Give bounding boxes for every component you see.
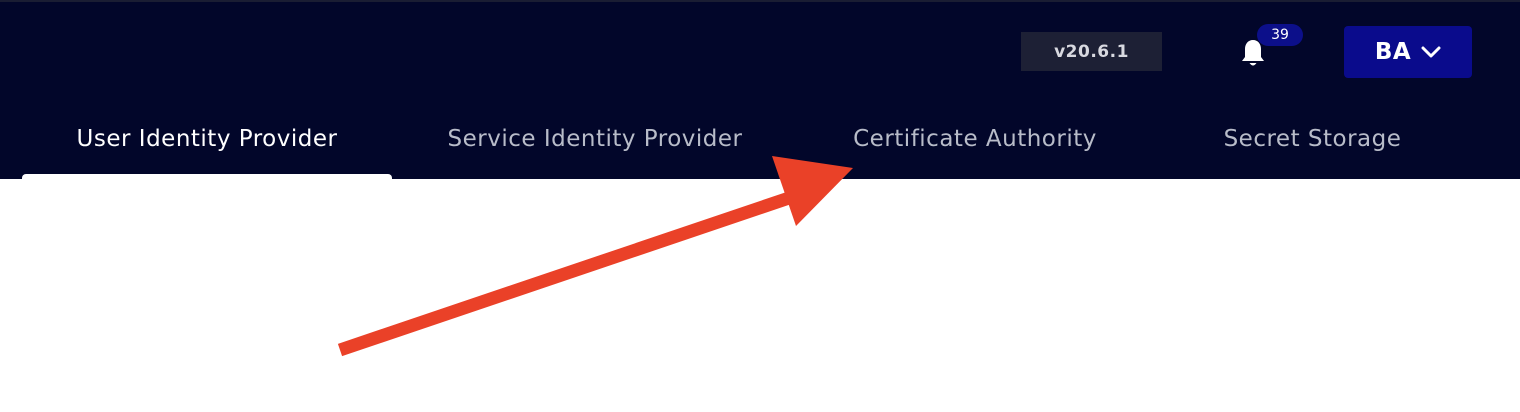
user-initials: BA [1374, 39, 1412, 65]
provider-tabs: User Identity Provider Service Identity … [0, 102, 1520, 181]
notification-count-badge: 39 [1257, 24, 1303, 46]
user-menu-button[interactable]: BA [1344, 26, 1472, 78]
tab-certificate-authority[interactable]: Certificate Authority [820, 102, 1130, 181]
tab-label: User Identity Provider [76, 126, 338, 152]
tab-label: Certificate Authority [853, 126, 1097, 152]
tab-service-identity-provider[interactable]: Service Identity Provider [420, 102, 770, 181]
tab-label: Secret Storage [1223, 126, 1402, 152]
tab-user-identity-provider[interactable]: User Identity Provider [22, 102, 392, 181]
tab-label: Service Identity Provider [447, 126, 743, 152]
active-tab-indicator [22, 174, 392, 181]
version-label: v20.6.1 [1021, 32, 1162, 71]
top-header: v20.6.1 39 BA User Identity Provider Ser… [0, 0, 1520, 181]
chevron-down-icon [1421, 46, 1441, 58]
tab-secret-storage[interactable]: Secret Storage [1190, 102, 1435, 181]
